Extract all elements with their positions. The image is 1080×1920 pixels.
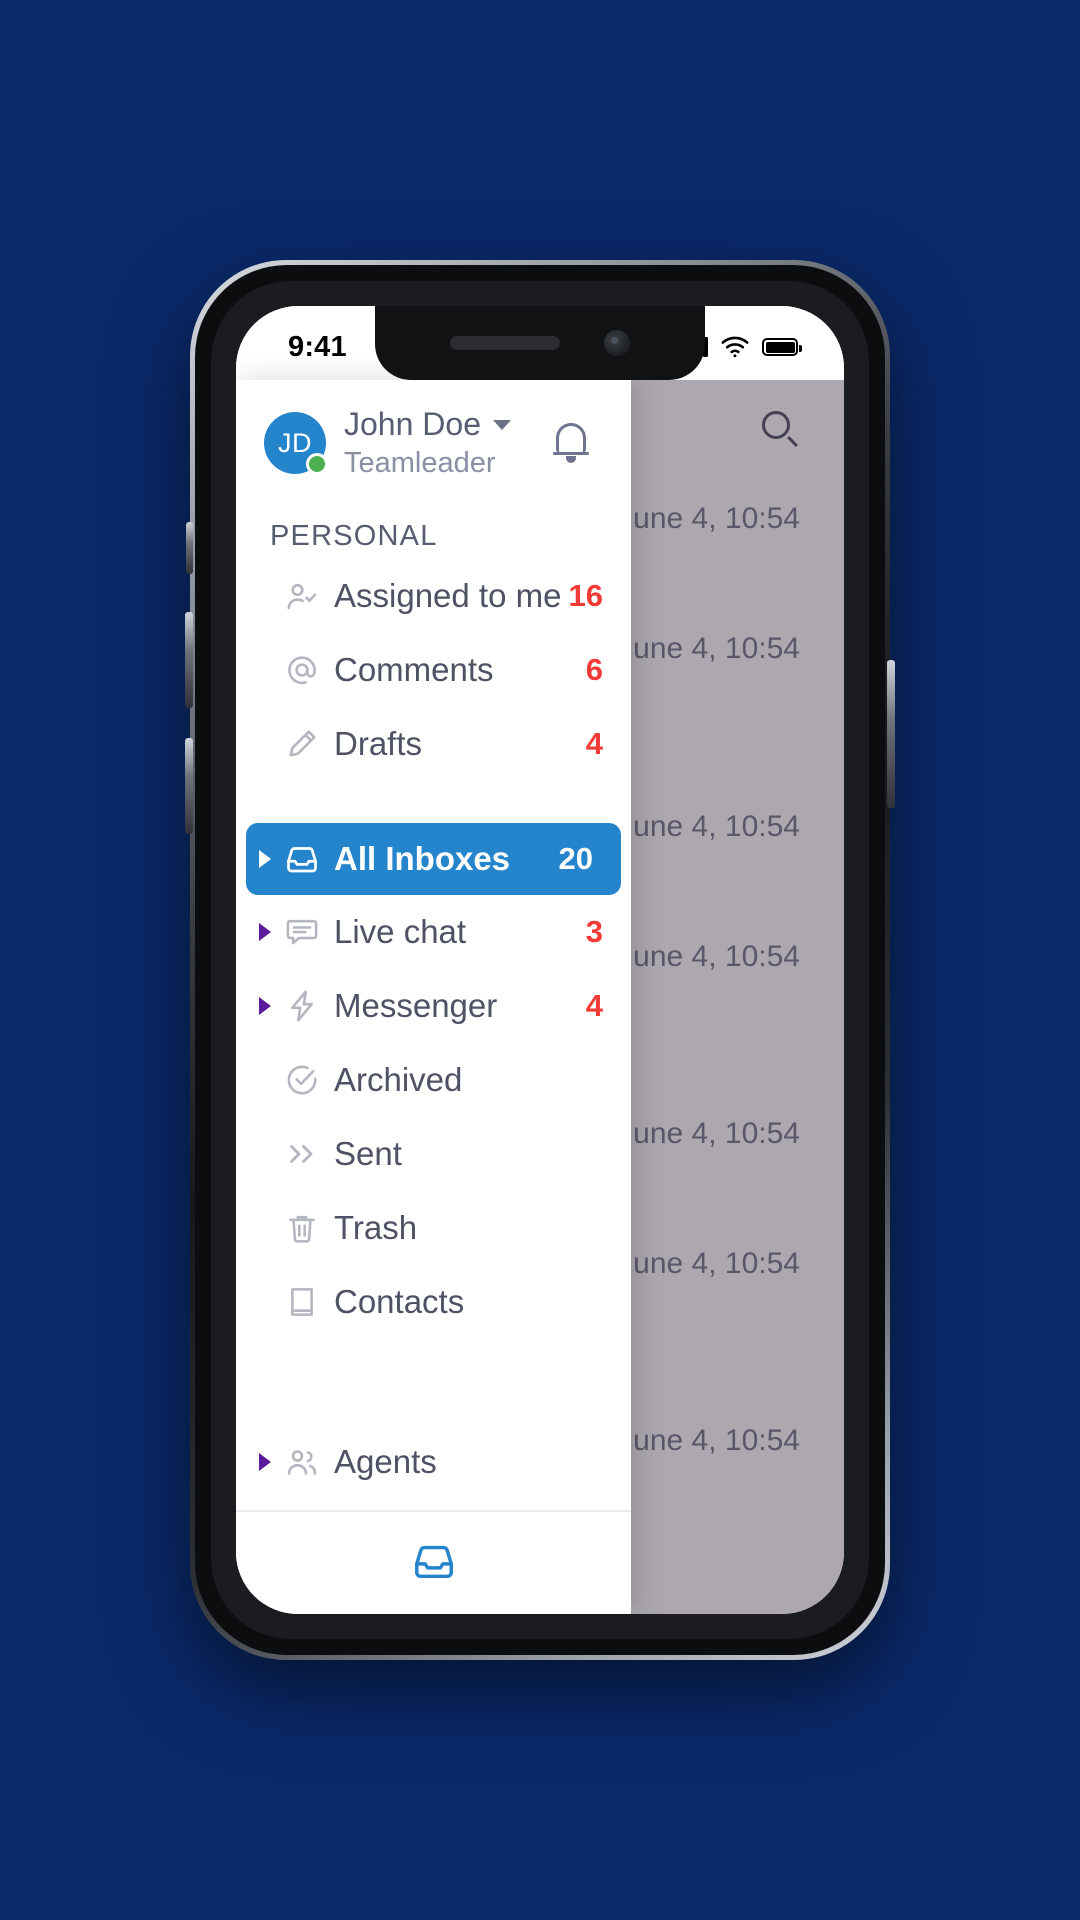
sidebar-item-sent[interactable]: Sent [236, 1117, 631, 1191]
sidebar-item-label: Archived [334, 1061, 463, 1098]
sidebar-item-label: Contacts [334, 1283, 465, 1320]
tab-inbox[interactable] [411, 1538, 457, 1589]
sidebar-item-agents[interactable]: Agents [236, 1425, 631, 1499]
sidebar-item-trash[interactable]: Trash [236, 1191, 631, 1265]
phone-outer-bezel: 6 gma... June 4, 10:54 you for my orde..… [190, 260, 890, 1660]
sidebar-item-badge: 20 [558, 841, 593, 876]
sidebar-item-label: Assigned to me [334, 577, 562, 614]
sidebar-item-badge: 3 [585, 914, 603, 949]
sidebar-drawer: JD John Doe Teamleader PERSONAL Assigned… [236, 380, 631, 1614]
phone-inner-bezel: 6 gma... June 4, 10:54 you for my orde..… [211, 281, 869, 1639]
sidebar-item-all-inboxes[interactable]: All Inboxes 20 [246, 823, 621, 895]
chat-bubble-icon [276, 914, 328, 950]
sidebar-item-live-chat[interactable]: Live chat 3 [236, 895, 631, 969]
expander-triangle-icon[interactable] [258, 923, 272, 941]
sidebar-item-tags[interactable]: Tags [236, 1499, 631, 1510]
sidebar-item-badge: 4 [585, 726, 603, 761]
trash-icon [276, 1210, 328, 1246]
front-camera [604, 330, 630, 356]
sidebar-item-assigned-to-me[interactable]: Assigned to me 16 [236, 559, 631, 633]
sidebar-item-label: Comments [334, 651, 494, 688]
device-notch [375, 306, 705, 380]
wifi-icon [721, 336, 749, 358]
check-circle-icon [276, 1062, 328, 1098]
bottom-tab-bar [236, 1510, 631, 1614]
book-icon [276, 1284, 328, 1320]
at-sign-icon [276, 652, 328, 688]
sidebar-item-badge: 6 [585, 652, 603, 687]
sidebar-scroll-area: JD John Doe Teamleader PERSONAL Assigned… [236, 380, 631, 1510]
power-button[interactable] [887, 660, 895, 808]
sidebar-item-label: Messenger [334, 987, 498, 1024]
online-dot-icon [306, 453, 328, 475]
sidebar-item-messenger[interactable]: Messenger 4 [236, 969, 631, 1043]
profile-text: John Doe Teamleader [344, 406, 511, 480]
double-arrow-right-icon [276, 1136, 328, 1172]
lightning-bolt-icon [276, 988, 328, 1024]
phone-mid-bezel: 6 gma... June 4, 10:54 you for my orde..… [195, 265, 885, 1655]
user-check-icon [276, 578, 328, 614]
bell-icon[interactable] [549, 419, 593, 467]
sidebar-item-label: Live chat [334, 913, 467, 950]
sidebar-item-label: Agents [334, 1443, 437, 1480]
profile-header[interactable]: JD John Doe Teamleader [236, 380, 631, 498]
sidebar-section-label: PERSONAL [270, 520, 438, 552]
pencil-icon [276, 726, 328, 762]
avatar[interactable]: JD [264, 412, 328, 475]
expander-triangle-icon[interactable] [258, 1453, 272, 1471]
sidebar-item-comments[interactable]: Comments 6 [236, 633, 631, 707]
sidebar-item-label: Drafts [334, 725, 423, 762]
sidebar-item-label: Trash [334, 1209, 418, 1246]
volume-down-button[interactable] [185, 738, 193, 834]
sidebar-item-archived[interactable]: Archived [236, 1043, 631, 1117]
avatar-initials: JD [278, 427, 312, 458]
sidebar-item-badge: 16 [568, 578, 603, 613]
drawer-scrim-overlay[interactable] [631, 380, 844, 1614]
sidebar-item-badge: 4 [585, 988, 603, 1023]
expander-triangle-icon[interactable] [258, 997, 272, 1015]
sidebar-item-contacts[interactable]: Contacts [236, 1265, 631, 1339]
earpiece-speaker [450, 336, 560, 350]
sidebar-item-drafts[interactable]: Drafts 4 [236, 707, 631, 781]
volume-up-button[interactable] [185, 612, 193, 708]
silent-switch-button[interactable] [186, 522, 193, 574]
profile-role: Teamleader [344, 447, 496, 479]
inbox-icon [276, 841, 328, 877]
sidebar-item-label: All Inboxes [334, 840, 511, 877]
chevron-down-icon[interactable] [492, 419, 511, 430]
sidebar-item-label: Sent [334, 1135, 402, 1172]
phone-frame: 6 gma... June 4, 10:54 you for my orde..… [185, 260, 895, 1660]
battery-full-icon [762, 338, 802, 356]
profile-name: John Doe [344, 406, 481, 442]
status-clock: 9:41 [288, 330, 347, 363]
users-icon [276, 1444, 328, 1480]
phone-screen: 6 gma... June 4, 10:54 you for my orde..… [236, 306, 844, 1614]
expander-triangle-icon[interactable] [258, 850, 272, 868]
